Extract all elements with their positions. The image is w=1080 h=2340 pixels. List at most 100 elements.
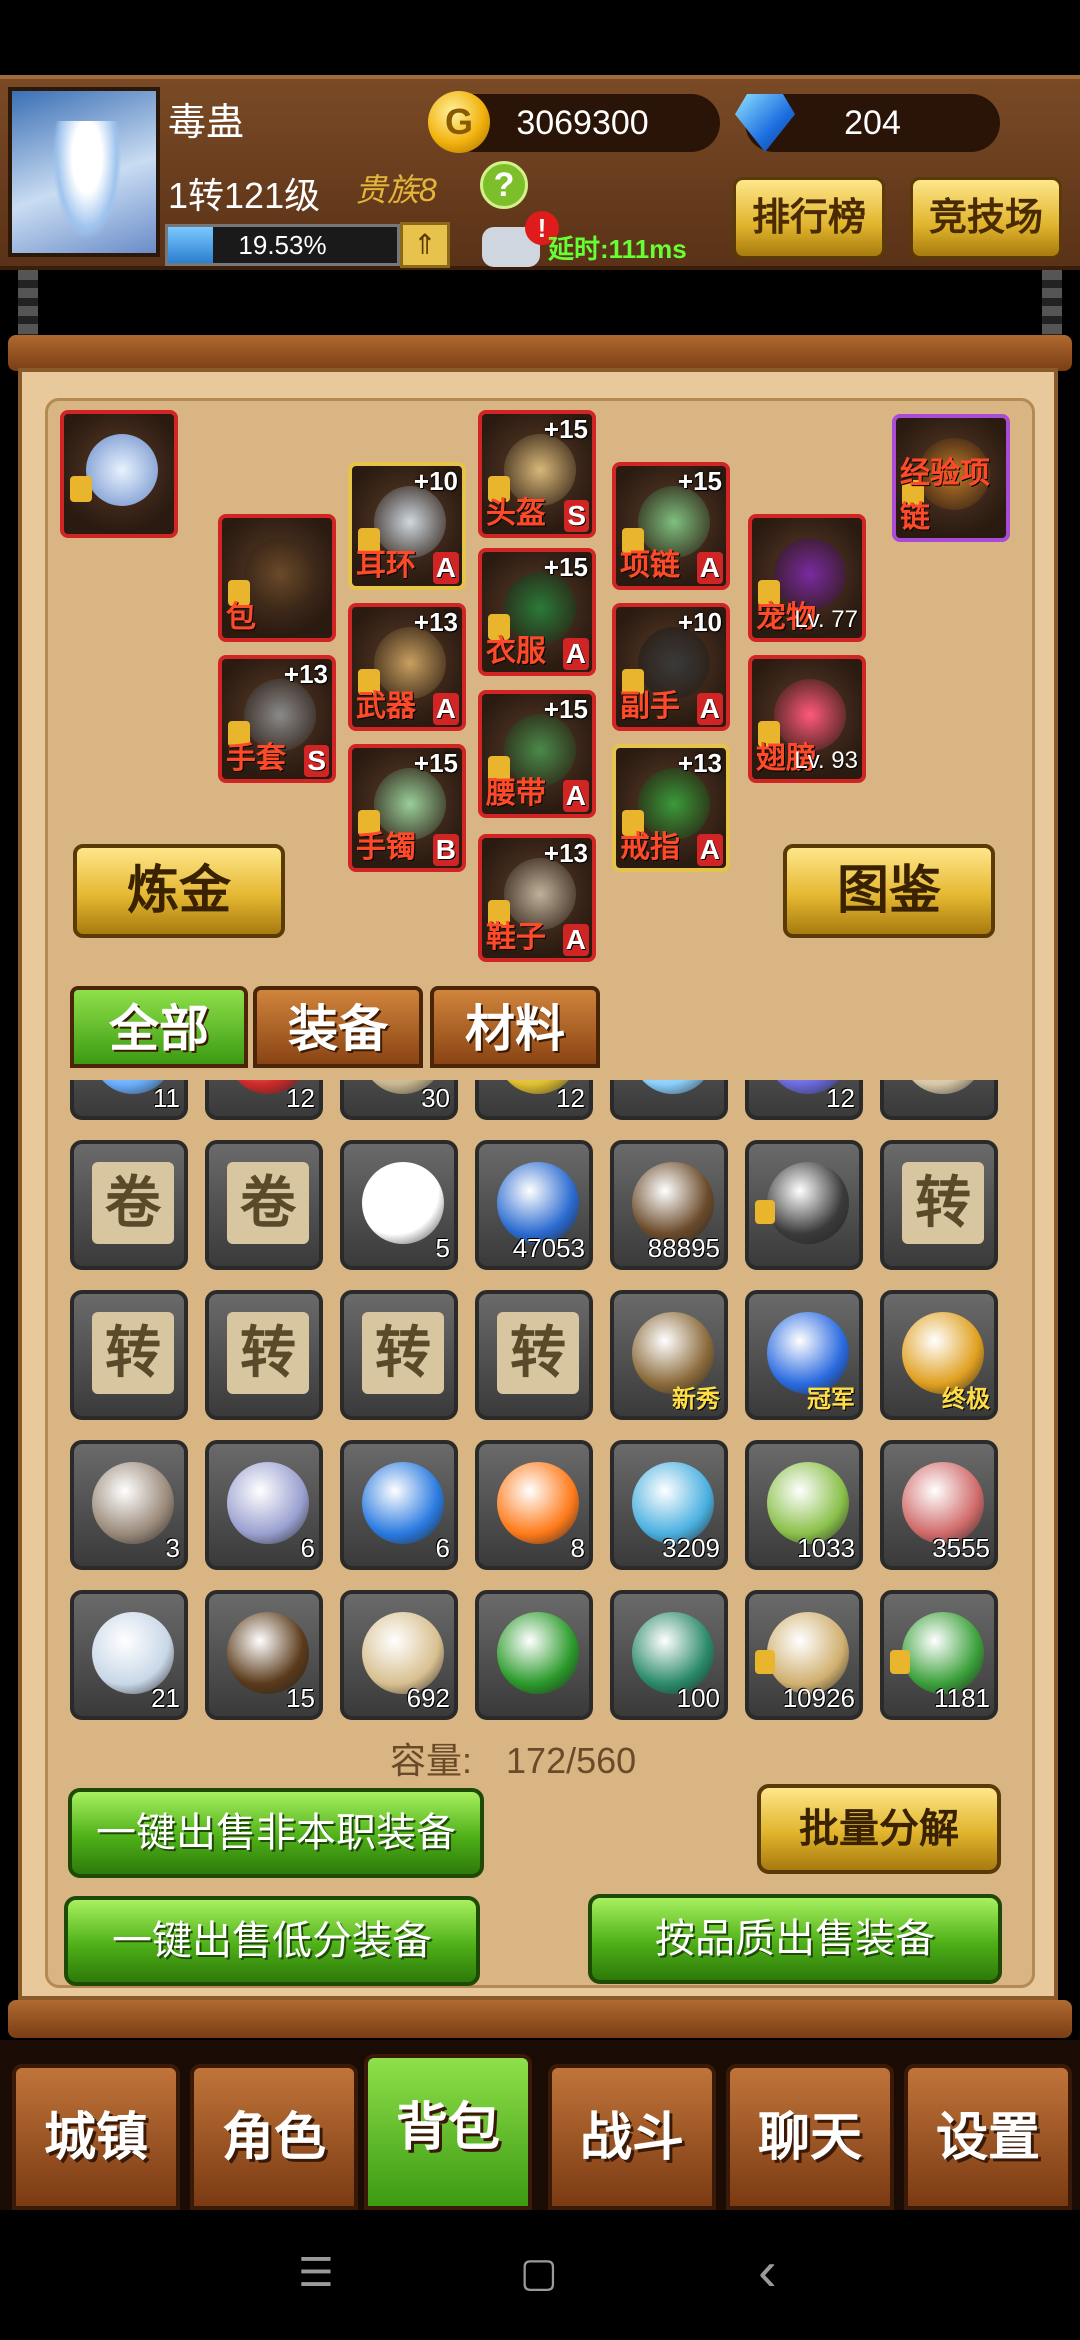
- item-count: 6: [435, 1533, 450, 1563]
- inventory-item[interactable]: 11: [70, 1080, 188, 1120]
- equip-slot[interactable]: 宠物 Lv. 77: [748, 514, 866, 642]
- tab-equipment[interactable]: 装备: [253, 986, 423, 1068]
- equip-slot[interactable]: 包: [218, 514, 336, 642]
- inventory-grid[interactable]: 11 12 30 12 12 卷卷 5 47053 88895 转转转转转新秀 冠军 终极 3 6 6 8 32…: [70, 1080, 1010, 1720]
- inventory-item[interactable]: 5: [340, 1140, 458, 1270]
- grade-badge: A: [696, 693, 723, 725]
- inventory-item[interactable]: 8: [475, 1440, 593, 1570]
- plank-bottom: [8, 2000, 1072, 2038]
- inventory-item[interactable]: 100: [610, 1590, 728, 1720]
- leaderboard-button[interactable]: 排行榜: [733, 177, 885, 259]
- inventory-item[interactable]: 转: [70, 1290, 188, 1420]
- arena-button[interactable]: 竞技场: [910, 177, 1062, 259]
- tab-materials[interactable]: 材料: [430, 986, 600, 1068]
- inventory-item[interactable]: 12: [475, 1080, 593, 1120]
- nav-character[interactable]: 角色: [190, 2064, 358, 2210]
- inventory-item[interactable]: 终极: [880, 1290, 998, 1420]
- inventory-item[interactable]: 卷: [70, 1140, 188, 1270]
- nav-battle[interactable]: 战斗: [548, 2064, 716, 2210]
- home-icon[interactable]: ▢: [520, 2250, 558, 2296]
- inventory-item[interactable]: 692: [340, 1590, 458, 1720]
- inventory-item[interactable]: [610, 1080, 728, 1120]
- codex-button[interactable]: 图鉴: [783, 844, 995, 938]
- inventory-item[interactable]: 6: [340, 1440, 458, 1570]
- tab-all[interactable]: 全部: [70, 986, 248, 1068]
- slot-name: 手套: [226, 742, 286, 775]
- item-icon: [767, 1612, 849, 1694]
- slot-name: 腰带: [486, 777, 546, 810]
- sell-low-score-gear-button[interactable]: 一键出售低分装备: [64, 1896, 480, 1986]
- equip-slot[interactable]: +15 项链 A: [612, 462, 730, 590]
- inventory-item[interactable]: 15: [205, 1590, 323, 1720]
- equip-slot[interactable]: +15 头盔 S: [478, 410, 596, 538]
- inventory-item[interactable]: 47053: [475, 1140, 593, 1270]
- item-count: 88895: [647, 1233, 720, 1263]
- item-count: 21: [151, 1683, 180, 1713]
- item-icon: [497, 1162, 579, 1244]
- back-icon[interactable]: ‹: [758, 2238, 777, 2303]
- nav-bag[interactable]: 背包: [364, 2054, 532, 2210]
- inventory-item[interactable]: 3: [70, 1440, 188, 1570]
- player-avatar[interactable]: [8, 87, 160, 257]
- plank-top: [8, 335, 1072, 371]
- inventory-item[interactable]: 12: [745, 1080, 863, 1120]
- inventory-item[interactable]: 1181: [880, 1590, 998, 1720]
- inventory-item[interactable]: 6: [205, 1440, 323, 1570]
- inventory-item[interactable]: 转: [205, 1290, 323, 1420]
- inventory-item[interactable]: 88895: [610, 1140, 728, 1270]
- grade-badge: A: [562, 638, 589, 670]
- equip-slot[interactable]: +13 手套 S: [218, 655, 336, 783]
- inventory-item[interactable]: 转: [475, 1290, 593, 1420]
- item-icon: [632, 1080, 714, 1094]
- equip-slot[interactable]: +13 武器 A: [348, 603, 466, 731]
- lock-icon: [890, 1650, 910, 1674]
- nav-town[interactable]: 城镇: [12, 2064, 180, 2210]
- enhance-level: +15: [543, 694, 588, 724]
- inventory-item[interactable]: 30: [340, 1080, 458, 1120]
- item-name: 终极: [942, 1386, 990, 1413]
- inventory-item[interactable]: 21: [70, 1590, 188, 1720]
- level-up-icon[interactable]: ⇑: [400, 222, 450, 268]
- inventory-item[interactable]: 3209: [610, 1440, 728, 1570]
- equip-slot[interactable]: +10 副手 A: [612, 603, 730, 731]
- batch-decompose-button[interactable]: 批量分解: [757, 1784, 1001, 1874]
- sell-non-class-gear-button[interactable]: 一键出售非本职装备: [68, 1788, 484, 1878]
- inventory-item[interactable]: 转: [880, 1140, 998, 1270]
- equip-slot[interactable]: +13 戒指 A: [612, 744, 730, 872]
- nav-settings[interactable]: 设置: [904, 2064, 1072, 2210]
- inventory-item[interactable]: [745, 1140, 863, 1270]
- grade-badge: S: [564, 500, 589, 532]
- menu-icon[interactable]: ☰: [298, 2250, 334, 2296]
- inventory-item[interactable]: 3555: [880, 1440, 998, 1570]
- enhance-level: +13: [543, 838, 588, 868]
- inventory-item[interactable]: 1033: [745, 1440, 863, 1570]
- nav-chat[interactable]: 聊天: [726, 2064, 894, 2210]
- lock-icon: [755, 1200, 775, 1224]
- inventory-item[interactable]: 冠军: [745, 1290, 863, 1420]
- equip-slot[interactable]: +15 衣服 A: [478, 548, 596, 676]
- help-icon[interactable]: ?: [480, 161, 528, 209]
- scroll-icon: 转: [497, 1312, 579, 1394]
- inventory-item[interactable]: 10926: [745, 1590, 863, 1720]
- equip-slot[interactable]: +15 腰带 A: [478, 690, 596, 818]
- sell-by-quality-button[interactable]: 按品质出售装备: [588, 1894, 1002, 1984]
- inventory-item[interactable]: [475, 1590, 593, 1720]
- item-count: 47053: [512, 1233, 585, 1263]
- inventory-item[interactable]: [880, 1080, 998, 1120]
- equip-slot[interactable]: +15 手镯 B: [348, 744, 466, 872]
- item-icon: [362, 1462, 444, 1544]
- inventory-item[interactable]: 12: [205, 1080, 323, 1120]
- grade-badge: A: [696, 552, 723, 584]
- slot-name: 头盔: [486, 497, 546, 530]
- equip-slot[interactable]: 翅膀 Lv. 93: [748, 655, 866, 783]
- equip-slot[interactable]: +10 耳环 A: [348, 462, 466, 590]
- character-portrait-slot[interactable]: [60, 410, 178, 538]
- inventory-item[interactable]: 卷: [205, 1140, 323, 1270]
- alchemy-button[interactable]: 炼金: [73, 844, 285, 938]
- inventory-item[interactable]: 转: [340, 1290, 458, 1420]
- inventory-item[interactable]: 新秀: [610, 1290, 728, 1420]
- equip-slot[interactable]: +13 鞋子 A: [478, 834, 596, 962]
- enhance-level: +15: [543, 414, 588, 444]
- equip-slot[interactable]: 经验项链: [892, 414, 1010, 542]
- lock-icon: [755, 1650, 775, 1674]
